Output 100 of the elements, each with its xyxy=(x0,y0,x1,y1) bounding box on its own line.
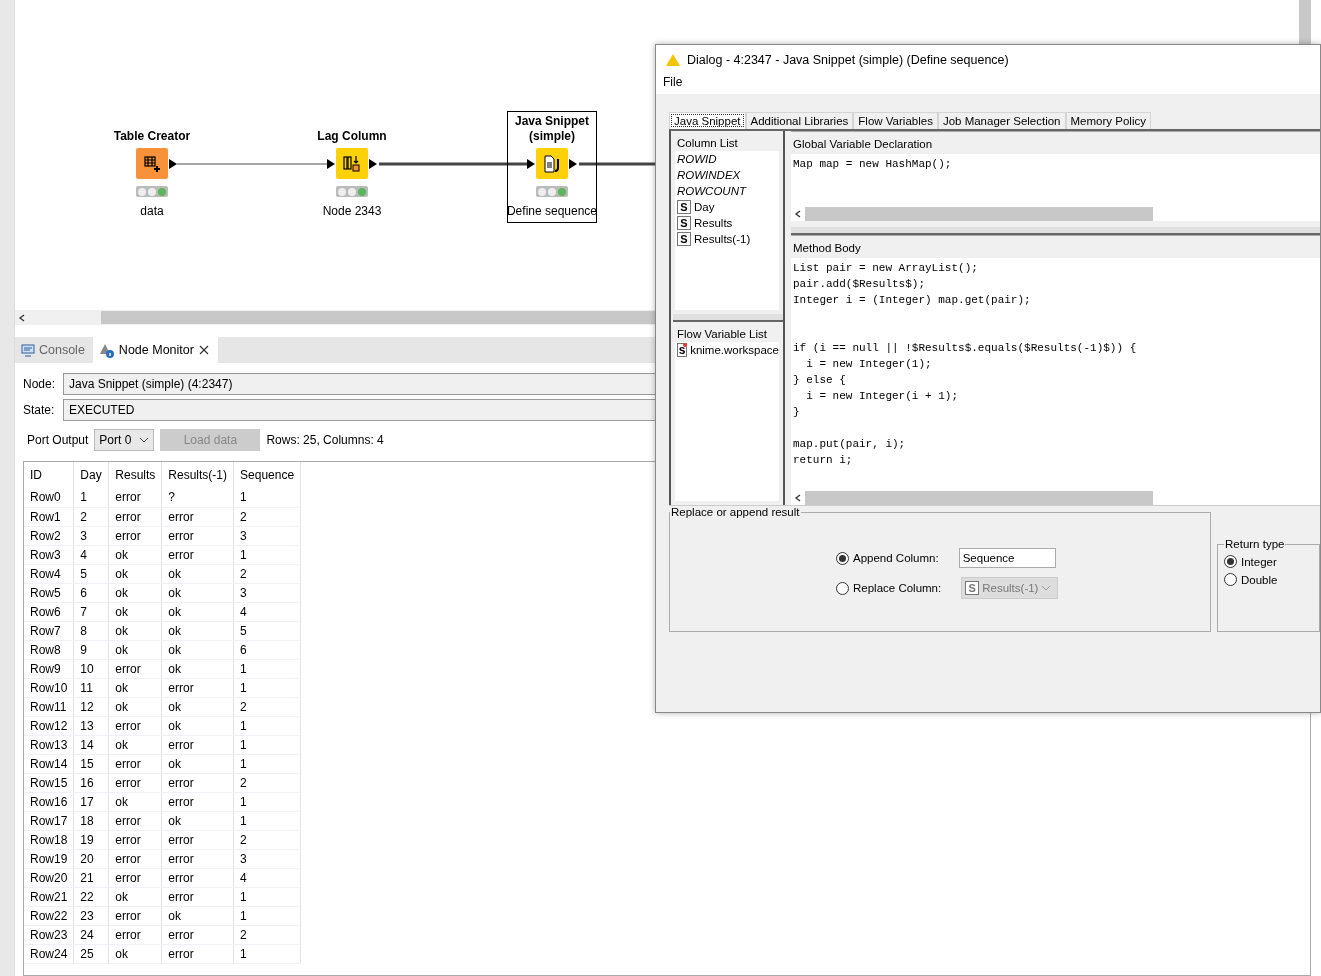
dialog-tab[interactable]: Memory Policy xyxy=(1065,112,1151,129)
table-cell: ok xyxy=(108,678,162,697)
column-header[interactable]: Results(-1) xyxy=(161,462,234,488)
group-title: Return type xyxy=(1224,538,1286,550)
table-cell: 20 xyxy=(73,849,109,868)
splitter-handle[interactable] xyxy=(673,314,783,322)
radio-button[interactable]: Integer xyxy=(1224,555,1277,568)
list-item[interactable]: S Results xyxy=(675,215,779,231)
warning-info-icon xyxy=(98,342,115,358)
table-cell: error xyxy=(161,545,234,564)
list-item[interactable]: ROWID xyxy=(675,151,779,167)
table-cell: Row11 xyxy=(24,697,74,716)
table-cell: Row13 xyxy=(24,735,74,754)
table-cell: 14 xyxy=(73,735,109,754)
table-cell: ok xyxy=(161,659,234,678)
table-cell: error xyxy=(161,868,234,887)
table-cell: 1 xyxy=(233,906,301,925)
table-cell: 22 xyxy=(73,887,109,906)
table-summary: Rows: 25, Columns: 4 xyxy=(266,433,384,447)
output-port-icon xyxy=(369,158,377,169)
column-header[interactable]: Results xyxy=(108,462,162,488)
table-cell: 1 xyxy=(233,944,301,963)
table-cell: 25 xyxy=(73,944,109,963)
table-cell: ok xyxy=(161,811,234,830)
workflow-node[interactable]: Table Creator data xyxy=(107,111,197,223)
scrollbar[interactable] xyxy=(791,490,1320,505)
column-name-field[interactable]: Sequence xyxy=(958,548,1056,568)
table-cell: ok xyxy=(108,735,162,754)
column-header[interactable]: Sequence xyxy=(233,462,301,488)
menu-item[interactable]: File xyxy=(663,75,683,89)
table-cell: 4 xyxy=(73,545,109,564)
dialog-tab[interactable]: Java Snippet xyxy=(669,112,746,129)
table-cell: 11 xyxy=(73,678,109,697)
splitter-handle[interactable] xyxy=(791,227,1320,235)
column-header[interactable]: ID xyxy=(24,462,74,488)
table-cell: 9 xyxy=(73,640,109,659)
list-item[interactable]: S Day xyxy=(675,199,779,215)
port-output-label: Port Output xyxy=(27,433,89,447)
panel-tab[interactable]: Console xyxy=(15,337,93,363)
table-cell: 2 xyxy=(233,830,301,849)
table-cell: 3 xyxy=(233,583,301,602)
node-icon[interactable] xyxy=(336,148,368,179)
table-cell: 5 xyxy=(233,621,301,640)
dialog-tab[interactable]: Flow Variables xyxy=(853,112,938,129)
table-cell: 12 xyxy=(73,697,109,716)
list-item[interactable]: ROWCOUNT xyxy=(675,183,779,199)
table-cell: 1 xyxy=(233,887,301,906)
table-cell: error xyxy=(108,488,162,507)
table-cell: Row12 xyxy=(24,716,74,735)
table-cell: ok xyxy=(161,754,234,773)
table-cell: error xyxy=(161,735,234,754)
table-cell: ok xyxy=(108,583,162,602)
dialog-tab[interactable]: Job Manager Selection xyxy=(937,112,1066,129)
table-cell: 21 xyxy=(73,868,109,887)
table-cell: Row2 xyxy=(24,526,74,545)
table-cell: 4 xyxy=(233,868,301,887)
status-lights-icon xyxy=(136,186,168,197)
output-port-icon xyxy=(569,158,577,169)
scrollbar[interactable] xyxy=(1299,0,1311,45)
list-item[interactable]: s knime.workspace xyxy=(675,342,779,358)
table-cell: 23 xyxy=(73,906,109,925)
column-header[interactable]: Day xyxy=(73,462,109,488)
table-cell: Row4 xyxy=(24,564,74,583)
status-lights-icon xyxy=(336,186,368,197)
table-cell: 3 xyxy=(233,849,301,868)
table-cell: Row17 xyxy=(24,811,74,830)
table-cell: Row21 xyxy=(24,887,74,906)
node-icon[interactable] xyxy=(136,148,168,179)
node-title: Table Creator xyxy=(112,128,192,144)
table-cell: 1 xyxy=(233,678,301,697)
table-cell: error xyxy=(108,526,162,545)
code-editor[interactable]: Map map = new HashMap(); xyxy=(791,154,1320,206)
table-cell: Row3 xyxy=(24,545,74,564)
list-item[interactable]: ROWINDEX xyxy=(675,167,779,183)
radio-button[interactable]: Append Column: xyxy=(836,551,939,565)
table-cell: 1 xyxy=(233,754,301,773)
node-caption: Node 2343 xyxy=(322,204,382,218)
string-type-icon: S xyxy=(677,216,691,230)
table-cell: Row19 xyxy=(24,849,74,868)
table-cell: ok xyxy=(108,602,162,621)
close-icon[interactable] xyxy=(197,344,210,356)
table-cell: error xyxy=(161,678,234,697)
list-item[interactable]: S Results(-1) xyxy=(675,231,779,247)
node-caption: data xyxy=(140,204,164,218)
table-cell: 3 xyxy=(233,526,301,545)
column-dropdown[interactable]: S Results(-1) xyxy=(961,577,1059,599)
dialog-tab[interactable]: Additional Libraries xyxy=(745,112,854,129)
panel-tab[interactable]: Node Monitor xyxy=(92,337,218,363)
radio-button[interactable]: Double xyxy=(1224,573,1278,586)
workflow-node[interactable]: Lag Column Node 2343 xyxy=(307,111,397,223)
string-type-icon: S xyxy=(677,200,691,214)
node-icon[interactable] xyxy=(536,148,568,179)
code-editor[interactable]: List pair = new ArrayList(); pair.add($Results$); Integer i = (Integer) map.get(pair); if (i == null || !$Results$.equals($Results(-1)$)) { i = new Integer(1); } else { i = new Integer(i + 1); } map.put(pair, i); return i; xyxy=(791,258,1320,490)
scrollbar[interactable] xyxy=(791,206,1320,221)
table-cell: 2 xyxy=(233,697,301,716)
table-cell: Row18 xyxy=(24,830,74,849)
port-dropdown[interactable]: Port 0 xyxy=(94,429,155,451)
table-cell: ok xyxy=(161,621,234,640)
radio-button[interactable]: Replace Column: xyxy=(836,581,942,595)
workflow-node[interactable]: Java Snippet (simple) Define sequence xyxy=(507,111,597,223)
